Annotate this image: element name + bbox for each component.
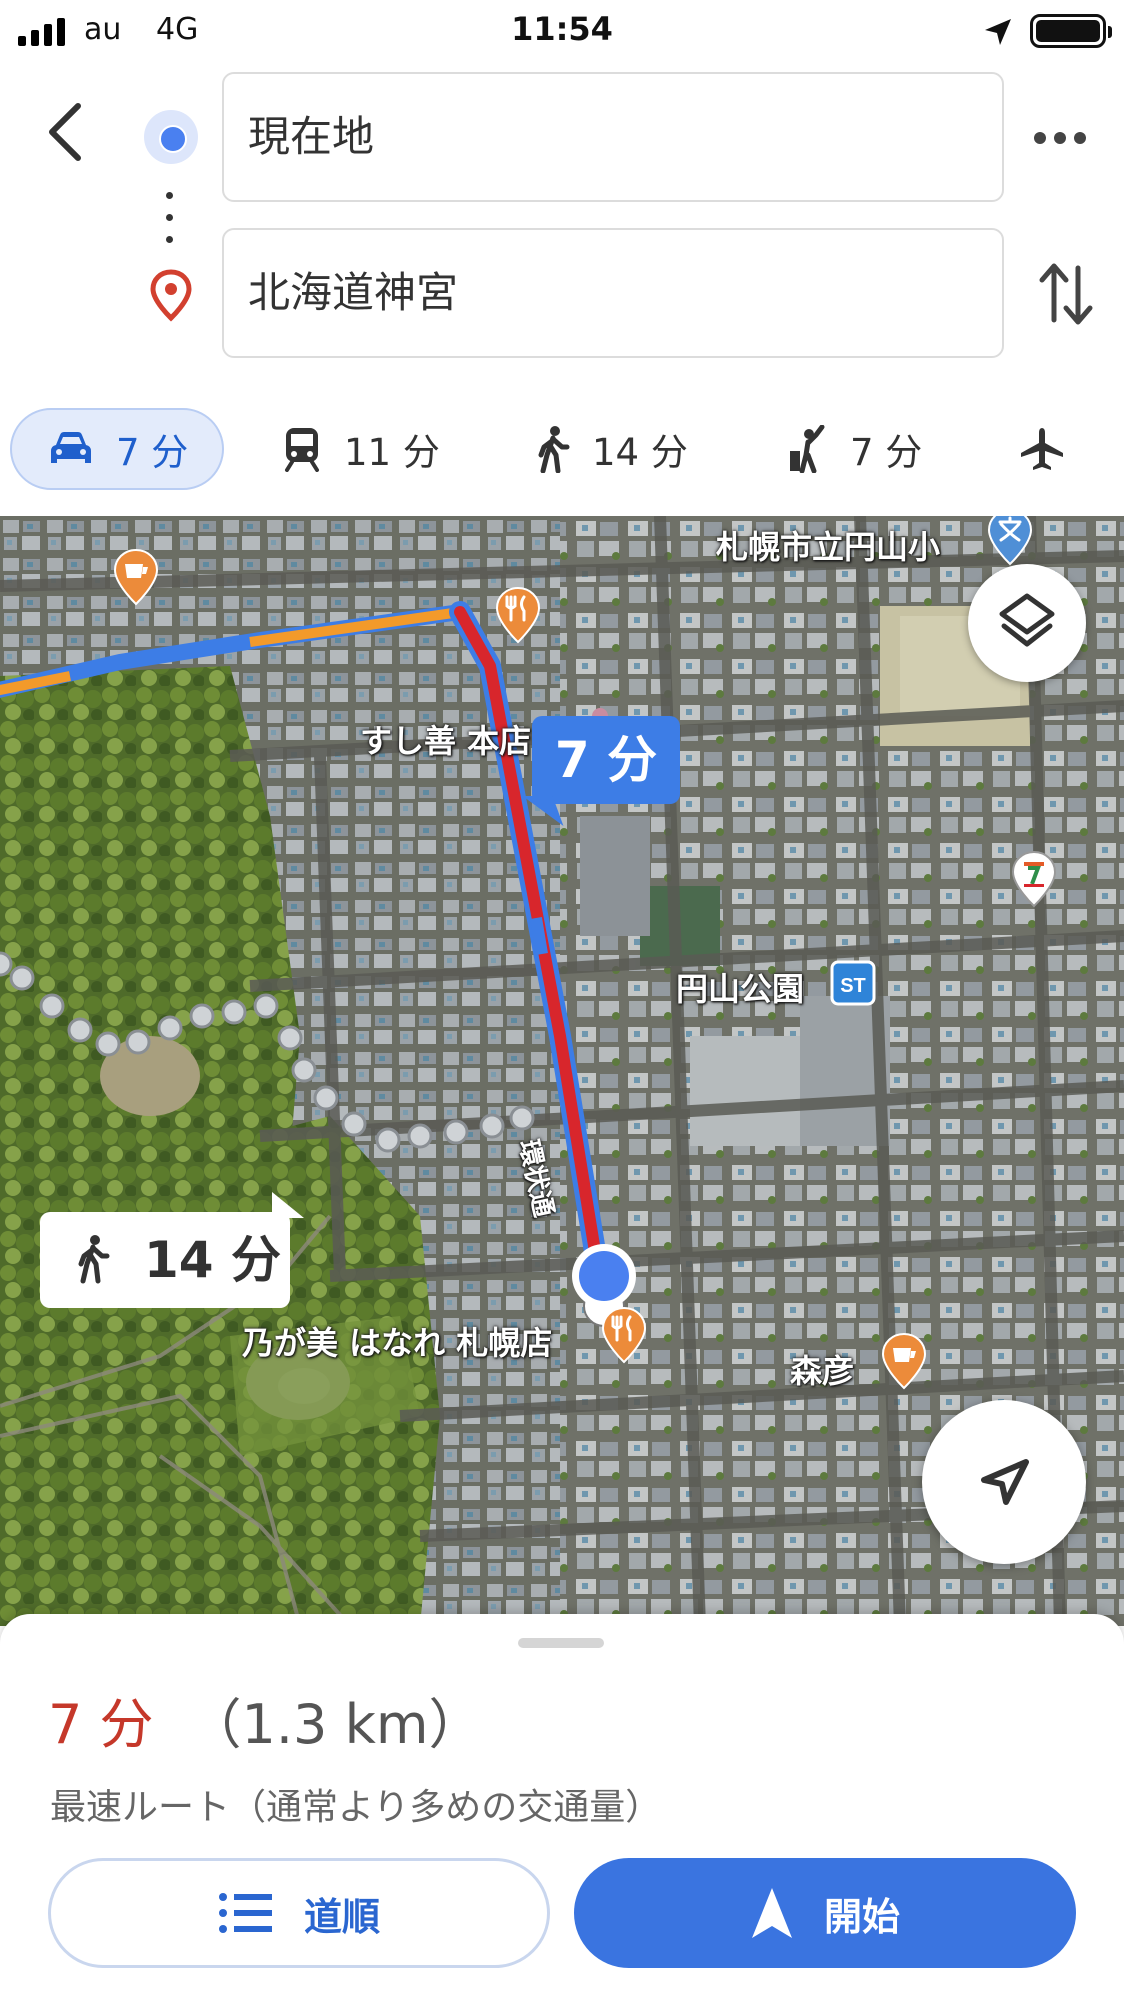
- train-icon: [285, 428, 319, 472]
- origin-marker-icon: [144, 110, 198, 164]
- mode-tab-driving[interactable]: 7 分: [10, 408, 224, 490]
- navigation-arrow-icon: [981, 1459, 1029, 1505]
- battery-icon: [1030, 14, 1112, 48]
- mode-tab-label: 11 分: [344, 431, 440, 474]
- status-time: 11:54: [511, 10, 613, 48]
- map-label-sushi-restaurant: すし善 本店: [360, 722, 532, 760]
- route-distance: （1.3 km）: [187, 1693, 483, 1756]
- map-label-cafe: 森彦: [790, 1352, 855, 1390]
- status-bar: au 4G 11:54: [0, 0, 1124, 64]
- subway-station-icon[interactable]: ST: [830, 960, 876, 1006]
- eta-time: 7 分: [48, 1693, 154, 1756]
- cafe-pin-icon[interactable]: [112, 548, 160, 606]
- location-services-icon: [985, 19, 1011, 45]
- mode-tab-ride-hail[interactable]: 7 分: [788, 408, 948, 490]
- walking-time-bubble[interactable]: 14 分: [40, 1192, 304, 1308]
- route-description: 最速ルート（通常より多めの交通量）: [50, 1787, 662, 1828]
- travel-mode-tabs: 7 分 11 分 14 分 7 分: [0, 404, 1124, 494]
- flight-icon: [1021, 428, 1063, 470]
- map-layers-button[interactable]: [968, 564, 1086, 682]
- start-button-label: 開始: [823, 1894, 900, 1939]
- car-icon: [51, 432, 91, 463]
- eta-summary: 7 分 （1.3 km）: [48, 1680, 482, 1759]
- school-pin-icon[interactable]: [986, 516, 1034, 566]
- destination-input[interactable]: 北海道神宮: [222, 228, 1004, 358]
- more-options-icon[interactable]: [1034, 118, 1094, 158]
- destination-pin-icon: [150, 269, 192, 322]
- map-label-station: 円山公園: [676, 970, 805, 1008]
- mode-tab-transit[interactable]: 11 分: [282, 408, 462, 490]
- svg-text:ST: ST: [840, 975, 866, 997]
- map-label-restaurant: 乃が美 はなれ 札幌店: [242, 1324, 553, 1362]
- mode-tab-flight[interactable]: [1018, 408, 1088, 490]
- navigation-arrow-icon: [751, 1888, 792, 1938]
- steps-button-label: 道順: [303, 1894, 380, 1939]
- route-summary-sheet[interactable]: 7 分 （1.3 km） 最速ルート（通常より多めの交通量） 道順 開始: [0, 1614, 1124, 2000]
- cafe-pin-icon[interactable]: [880, 1332, 928, 1390]
- walking-time-label: 14 分: [144, 1231, 281, 1289]
- ride-hail-icon: [790, 425, 825, 473]
- steps-button[interactable]: 道順: [48, 1858, 550, 1968]
- recenter-button[interactable]: [922, 1400, 1086, 1564]
- list-icon: [218, 1893, 272, 1933]
- mode-tab-label: 7 分: [850, 431, 923, 474]
- walk-icon: [538, 426, 570, 473]
- layers-icon: [999, 593, 1055, 647]
- start-navigation-button[interactable]: 開始: [574, 1858, 1076, 1968]
- mode-tab-walking[interactable]: 14 分: [536, 408, 716, 490]
- sheet-drag-handle[interactable]: [518, 1638, 604, 1648]
- mode-tab-label: 7 分: [116, 431, 189, 474]
- origin-input[interactable]: 現在地: [222, 72, 1004, 202]
- back-arrow-icon[interactable]: [38, 96, 94, 168]
- mode-tab-label: 14 分: [592, 431, 688, 474]
- walk-icon: [78, 1235, 110, 1284]
- map-view[interactable]: ST 札幌市立円山小 すし善 本店 円山公園 環状通 乃が美 はなれ 札幌店 森…: [0, 516, 1124, 1626]
- restaurant-pin-icon[interactable]: [494, 586, 542, 644]
- restaurant-pin-icon[interactable]: [600, 1306, 648, 1364]
- convenience-store-pin-icon[interactable]: [1010, 850, 1058, 908]
- swap-direction-icon[interactable]: [1038, 260, 1094, 328]
- route-connector-dots: [166, 188, 174, 248]
- driving-time-bubble[interactable]: 7 分: [532, 716, 680, 804]
- map-label-school: 札幌市立円山小: [716, 528, 941, 566]
